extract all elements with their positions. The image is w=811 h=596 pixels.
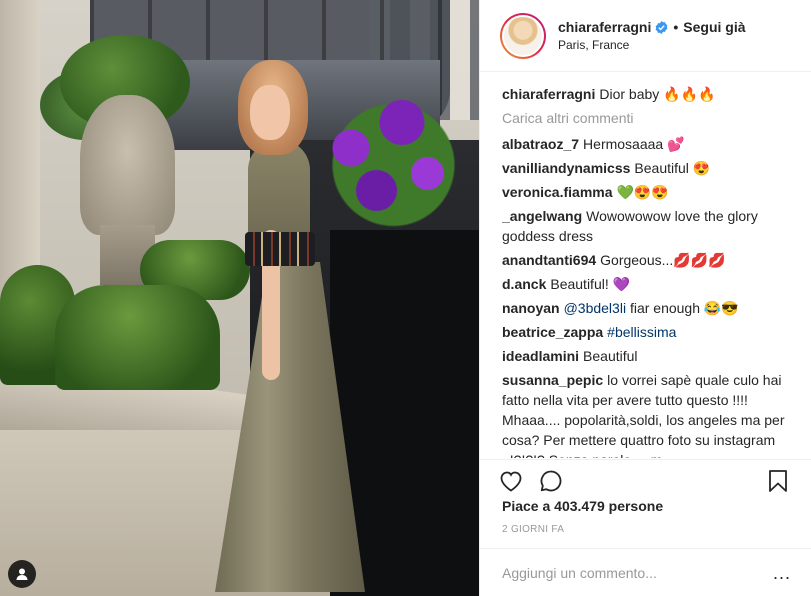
list-item: vanilliandynamicss Beautiful 😍: [502, 158, 799, 178]
comment-username[interactable]: albatraoz_7: [502, 136, 579, 152]
comment-username[interactable]: anandtanti694: [502, 252, 596, 268]
comment-username[interactable]: susanna_pepic: [502, 372, 603, 388]
comment-username[interactable]: veronica.fiamma: [502, 184, 613, 200]
comment-username[interactable]: nanoyan: [502, 300, 560, 316]
list-item: nanoyan @3bdel3li fiar enough 😂😎: [502, 298, 799, 318]
post-header: chiaraferragni • Segui già Paris, France: [480, 0, 811, 72]
comment-text: Beautiful 😍: [634, 160, 711, 176]
list-item: veronica.fiamma 💚😍😍: [502, 182, 799, 202]
comment-input[interactable]: [502, 564, 773, 581]
separator-dot: •: [673, 18, 679, 35]
post-photo[interactable]: [0, 0, 479, 596]
list-item: beatrice_zappa #bellissima: [502, 322, 799, 342]
post-date[interactable]: 2 GIORNI FA: [502, 524, 564, 535]
comment-mention-link[interactable]: @3bdel3li: [564, 300, 626, 316]
list-item: susanna_pepic lo vorrei sapè quale culo h…: [502, 370, 799, 458]
photo-urn: [80, 95, 175, 235]
location-link[interactable]: Paris, France: [558, 36, 746, 54]
list-item: anandtanti694 Gorgeous...💋💋💋: [502, 250, 799, 270]
list-item: ideadlamini Beautiful: [502, 346, 799, 366]
comment-username[interactable]: d.anck: [502, 276, 546, 292]
action-bar: [480, 459, 811, 499]
add-comment-bar: ...: [480, 548, 811, 596]
comment-icon[interactable]: [538, 468, 564, 494]
tagged-users-icon[interactable]: [8, 560, 36, 588]
comment-text: Beautiful: [583, 348, 638, 364]
photo-hedge: [55, 285, 220, 390]
verified-badge-icon: [655, 20, 668, 34]
list-item: d.anck Beautiful! 💜: [502, 274, 799, 294]
photo-belt: [245, 232, 315, 266]
comment-text: 💚😍😍: [616, 184, 669, 200]
likes-count[interactable]: Piace a 403.479 persone: [502, 498, 663, 514]
comment-text: fiar enough 😂😎: [629, 300, 739, 316]
heart-icon[interactable]: [498, 468, 524, 494]
photo-orchids: [300, 80, 470, 250]
photo-face: [250, 85, 290, 140]
caption: chiaraferragni Dior baby 🔥🔥🔥: [502, 84, 799, 104]
comment-username[interactable]: beatrice_zappa: [502, 324, 603, 340]
load-more-comments-button[interactable]: Carica altri commenti: [502, 108, 799, 128]
photo-torso: [248, 140, 310, 245]
comments-list[interactable]: chiaraferragni Dior baby 🔥🔥🔥 Carica altri…: [502, 84, 799, 458]
author-username[interactable]: chiaraferragni: [558, 18, 651, 36]
comment-username[interactable]: _angelwang: [502, 208, 582, 224]
list-item: _angelwang Wowowowow love the glory godde…: [502, 206, 799, 246]
comment-username[interactable]: vanilliandynamicss: [502, 160, 630, 176]
caption-username[interactable]: chiaraferragni: [502, 86, 595, 102]
comment-text: Beautiful! 💜: [550, 276, 631, 292]
comment-text: Hermosaaaa 💕: [583, 136, 685, 152]
comment-username[interactable]: ideadlamini: [502, 348, 579, 364]
caption-text: Dior baby 🔥🔥🔥: [599, 86, 716, 102]
more-options-icon[interactable]: ...: [773, 564, 791, 582]
follow-button[interactable]: Segui già: [683, 18, 745, 36]
post-side-panel: chiaraferragni • Segui già Paris, France…: [479, 0, 811, 596]
list-item: albatraoz_7 Hermosaaaa 💕: [502, 134, 799, 154]
avatar[interactable]: [500, 12, 546, 59]
comment-text: Gorgeous...💋💋💋: [600, 252, 726, 268]
bookmark-icon[interactable]: [765, 468, 791, 494]
comment-hashtag-link[interactable]: #bellissima: [607, 324, 676, 340]
